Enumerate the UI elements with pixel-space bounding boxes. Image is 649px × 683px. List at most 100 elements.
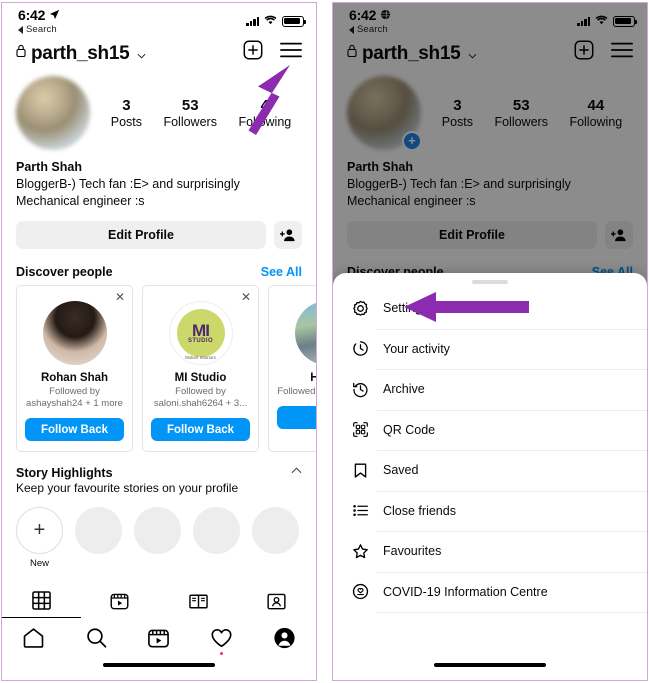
discover-header: Discover people See All — [2, 249, 316, 285]
tagged-icon — [267, 594, 286, 610]
profile-bio-text: BloggerB-) Tech fan :E> and surprisingly… — [16, 177, 240, 208]
profile-screen: 6:42 Search parth_sh15 3 Posts 53 Follow… — [2, 3, 316, 680]
back-label: Search — [26, 24, 57, 35]
highlight-placeholder[interactable] — [75, 507, 122, 569]
menu-item-saved[interactable]: Saved — [333, 450, 647, 491]
covid-info-icon — [349, 583, 371, 600]
clock-activity-icon — [349, 340, 371, 357]
status-indicators — [246, 12, 307, 30]
menu-item-label: Favourites — [383, 544, 442, 559]
tabbar-reels[interactable] — [139, 627, 179, 649]
gear-icon — [349, 300, 371, 317]
stat-followers-count: 53 — [181, 97, 199, 114]
menu-item-covid-info[interactable]: COVID-19 Information Centre — [333, 571, 647, 613]
screenshot-stage: 6:42 Search parth_sh15 3 Posts 53 Follow… — [0, 0, 649, 683]
guides-icon — [188, 594, 208, 609]
card-avatar — [42, 301, 107, 365]
cellular-signal-icon — [246, 16, 259, 26]
close-friends-list-icon — [349, 502, 371, 519]
bookmark-icon — [349, 462, 371, 479]
highlight-new[interactable]: + New — [16, 507, 63, 569]
highlight-new-label: New — [29, 558, 49, 570]
menu-item-archive[interactable]: Archive — [333, 369, 647, 410]
edit-profile-button[interactable]: Edit Profile — [16, 221, 266, 249]
story-highlights-header: Story Highlights Keep your favourite sto… — [2, 452, 316, 495]
chevron-up-icon[interactable] — [291, 466, 302, 495]
discover-card[interactable]: ✕ MI STUDIO Moksh Interiors MI Studio Fo… — [142, 285, 259, 453]
stat-posts-label: Posts — [110, 115, 142, 129]
activity-badge-dot — [220, 652, 224, 655]
menu-item-label: Archive — [383, 382, 425, 397]
archive-clock-icon — [349, 381, 371, 398]
status-time: 6:42 — [18, 7, 46, 23]
tabbar-profile[interactable] — [265, 627, 305, 649]
card-subtitle: Followed by saloni.shah6264 + 3... — [153, 386, 248, 410]
reels-icon — [148, 629, 170, 648]
stat-followers-label: Followers — [163, 115, 217, 129]
qr-code-icon — [349, 421, 371, 438]
profile-menu-sheet: Settings Your activity Archive QR Code S… — [333, 273, 647, 680]
search-icon — [86, 628, 107, 648]
highlight-placeholder[interactable] — [134, 507, 181, 569]
phone-panel-profile: 6:42 Search parth_sh15 3 Posts 53 Follow… — [1, 2, 317, 681]
annotation-arrow-to-settings — [404, 291, 529, 323]
discover-card-list: ✕ Rohan Shah Followed by ashayshah24 + 1… — [2, 285, 316, 453]
close-icon[interactable]: ✕ — [241, 290, 251, 304]
menu-item-qr-code[interactable]: QR Code — [333, 409, 647, 451]
mi-studio-logo: MI STUDIO — [176, 309, 225, 357]
follow-back-button[interactable]: Follow Back — [25, 418, 124, 442]
home-icon — [23, 628, 44, 648]
heart-icon — [211, 629, 232, 648]
wifi-icon — [264, 12, 277, 30]
discover-card[interactable]: ✕ Rohan Shah Followed by ashayshah24 + 1… — [16, 285, 133, 453]
battery-icon — [282, 15, 307, 27]
story-highlights-subtitle: Keep your favourite stories on your prof… — [16, 481, 239, 496]
avatar-image — [16, 76, 90, 150]
menu-item-label: Saved — [383, 463, 419, 478]
profile-screen-dimmed: 6:42 Search parth_sh15 + 3 Posts 53 Foll… — [333, 3, 647, 680]
mi-logo-line2: STUDIO — [187, 337, 214, 344]
tab-reels[interactable] — [81, 583, 160, 619]
stat-followers[interactable]: 53 Followers — [163, 97, 217, 129]
menu-item-label: COVID-19 Information Centre — [383, 584, 548, 599]
phone-panel-menu: 6:42 Search parth_sh15 + 3 Posts 53 Foll… — [332, 2, 648, 681]
home-indicator — [434, 662, 546, 667]
location-arrow-icon — [49, 7, 60, 23]
tabbar-activity[interactable] — [202, 627, 242, 655]
mi-logo-sub: Moksh Interiors — [185, 355, 216, 360]
reels-icon — [110, 594, 129, 610]
grid-icon — [31, 591, 51, 611]
profile-bio: Parth Shah BloggerB-) Tech fan :E> and s… — [2, 150, 316, 209]
status-time-group: 6:42 — [18, 7, 60, 23]
tab-guides[interactable] — [159, 583, 238, 619]
highlight-placeholder[interactable] — [193, 507, 240, 569]
tabbar-search[interactable] — [76, 627, 116, 649]
menu-list: Settings Your activity Archive QR Code S… — [333, 288, 647, 613]
discover-see-all[interactable]: See All — [261, 265, 302, 279]
tab-tagged[interactable] — [238, 583, 317, 619]
tabbar-home[interactable] — [13, 627, 53, 649]
close-icon[interactable]: ✕ — [115, 290, 125, 304]
menu-item-label: Close friends — [383, 503, 456, 518]
menu-item-close-friends[interactable]: Close friends — [333, 490, 647, 532]
tab-grid[interactable] — [2, 583, 81, 620]
drag-handle[interactable] — [472, 280, 508, 284]
card-name: MI Studio — [174, 372, 227, 384]
menu-item-label: QR Code — [383, 422, 436, 437]
card-subtitle: Followed by ashayshah24 + 1 more — [26, 386, 123, 410]
annotation-arrow-to-menu — [230, 59, 300, 139]
menu-item-label: Your activity — [383, 341, 450, 356]
menu-item-favourites[interactable]: Favourites — [333, 531, 647, 572]
follow-back-button[interactable]: Follow Back — [151, 418, 250, 442]
profile-username-button[interactable]: parth_sh15 — [16, 41, 146, 65]
person-add-icon[interactable] — [274, 221, 302, 249]
follow-back-button[interactable]: Fol — [277, 406, 316, 430]
card-subtitle: Followed by aarav_060 — [277, 386, 316, 397]
discover-card[interactable]: Harsh Followed by aarav_060 Fol — [268, 285, 316, 453]
menu-item-your-activity[interactable]: Your activity — [333, 328, 647, 370]
avatar[interactable] — [16, 76, 90, 150]
card-avatar — [294, 301, 316, 365]
profile-actions: Edit Profile — [2, 209, 316, 249]
stat-posts[interactable]: 3 Posts — [111, 97, 142, 129]
highlight-placeholder[interactable] — [252, 507, 299, 569]
